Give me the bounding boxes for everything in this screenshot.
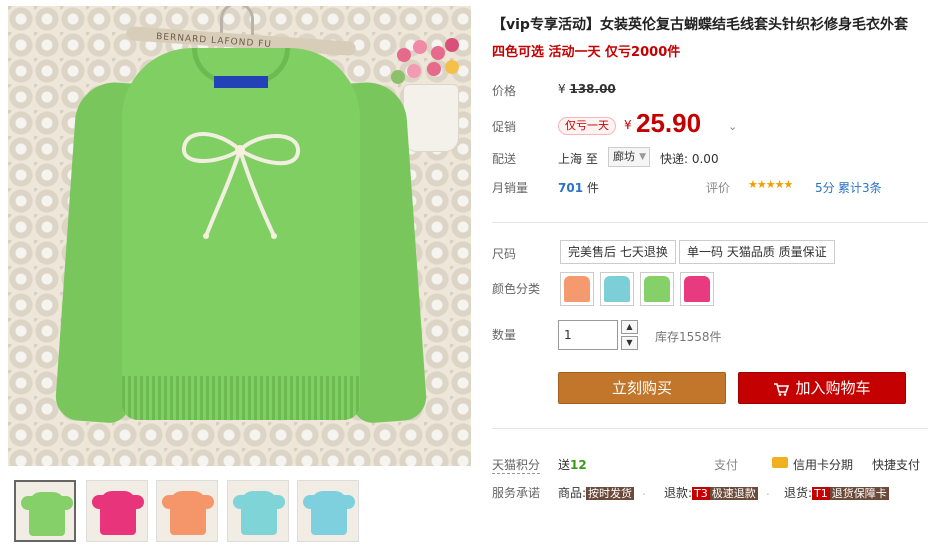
- quantity-decrease-button[interactable]: ▼: [621, 336, 638, 350]
- color-label: 颜色分类: [492, 282, 541, 296]
- separator: .: [766, 484, 770, 498]
- main-product-image[interactable]: BERNARD LAFOND FU: [8, 6, 471, 466]
- shipping-origin: 上海 至: [558, 152, 598, 166]
- original-price-value: 138.00: [569, 82, 616, 96]
- shipping-fee: 快递: 0.00: [660, 152, 719, 166]
- cart-icon: [774, 383, 790, 396]
- service-refund-label: 退款:: [664, 486, 693, 500]
- points-prefix: 送: [558, 458, 571, 472]
- original-price: ¥ 138.00: [558, 82, 616, 96]
- quantity-increase-button[interactable]: ▲: [621, 320, 638, 334]
- service-label: 服务承诺: [492, 486, 541, 500]
- bow-icon: [182, 132, 300, 239]
- payment-label: 支付: [714, 458, 739, 472]
- divider: [492, 222, 928, 223]
- color-swatch-green[interactable]: [640, 272, 674, 306]
- color-swatch-pink[interactable]: [680, 272, 714, 306]
- thumbnail-1[interactable]: [14, 480, 76, 542]
- current-price: 25.90: [636, 108, 702, 138]
- sweater-label-tag: [214, 76, 268, 88]
- shipping-label: 配送: [492, 152, 517, 166]
- monthly-sales-unit: 件: [586, 181, 599, 195]
- service-goods[interactable]: 商品: 按时发货: [558, 484, 635, 501]
- current-currency-symbol: ¥: [624, 118, 632, 132]
- service-return-tag: 退货保障卡: [829, 487, 889, 500]
- thumbnail-2[interactable]: [86, 480, 148, 542]
- thumbnail-4[interactable]: [227, 480, 289, 542]
- divider: [492, 428, 928, 429]
- thumbnail-5[interactable]: [297, 480, 359, 542]
- dropdown-arrow-icon: ▼: [639, 152, 646, 162]
- separator: .: [642, 484, 646, 498]
- product-subtitle: 四色可选 活动一天 仅亏2000件: [492, 45, 681, 60]
- service-return-label: 退货:: [784, 486, 813, 500]
- quantity-input[interactable]: 1: [558, 320, 618, 350]
- size-option-1[interactable]: 完美售后 七天退换: [560, 240, 676, 264]
- service-return-code: T1: [812, 487, 830, 500]
- service-refund-tag: 极速退款: [709, 487, 758, 500]
- thumbnail-2-sweater: [100, 491, 136, 535]
- price-chevron-icon[interactable]: ⌄: [728, 120, 737, 133]
- sweater-image: [54, 46, 428, 436]
- service-return[interactable]: 退货: T1 退货保障卡: [784, 484, 889, 501]
- rating-score: 5分: [815, 181, 835, 195]
- hanger-hook: [220, 6, 254, 36]
- thumbnail-strip: [14, 480, 474, 542]
- thumbnail-5-sweater: [311, 491, 347, 535]
- thumbnail-3[interactable]: [156, 480, 218, 542]
- shipping-destination-select[interactable]: 廊坊 ▼: [608, 147, 650, 167]
- credit-card-installment[interactable]: 信用卡分期: [793, 456, 853, 473]
- price-label: 价格: [492, 84, 517, 98]
- rating-stars-icon: ★★★★★: [748, 178, 793, 191]
- service-goods-tag: 按时发货: [586, 487, 635, 500]
- promo-badge: 仅亏一天: [558, 117, 616, 135]
- stock-count: 库存1558件: [655, 330, 722, 344]
- buy-now-button[interactable]: 立刻购买: [558, 372, 726, 404]
- points-value: 12: [570, 458, 587, 472]
- tmall-points: 送12: [558, 456, 587, 473]
- sweater-hem: [122, 376, 360, 420]
- monthly-sales-count: 701: [558, 181, 584, 195]
- promo-label: 促销: [492, 120, 517, 134]
- add-to-cart-button[interactable]: 加入购物车: [738, 372, 906, 404]
- thumbnail-1-sweater: [29, 492, 65, 536]
- credit-card-icon: [772, 457, 788, 468]
- color-swatch-orange[interactable]: [560, 272, 594, 306]
- tmall-points-label[interactable]: 天猫积分: [492, 456, 541, 474]
- product-title: 【vip专享活动】女装英伦复古蝴蝶结毛线套头针织衫修身毛衣外套: [492, 17, 908, 33]
- shipping-destination-value: 廊坊: [613, 150, 635, 163]
- service-refund[interactable]: 退款: T3 极速退款: [664, 484, 758, 501]
- thumbnail-3-sweater: [170, 491, 206, 535]
- rating-label: 评价: [706, 181, 731, 195]
- size-label: 尺码: [492, 247, 517, 261]
- service-refund-code: T3: [692, 487, 710, 500]
- quantity-label: 数量: [492, 328, 517, 342]
- size-option-2[interactable]: 单一码 天猫品质 质量保证: [679, 240, 835, 264]
- add-to-cart-label: 加入购物车: [795, 379, 871, 397]
- monthly-sales-label: 月销量: [492, 181, 529, 195]
- thumbnail-4-sweater: [241, 491, 277, 535]
- monthly-sales: 701 件: [558, 179, 599, 196]
- currency-symbol: ¥: [558, 82, 566, 96]
- review-count-link[interactable]: 累计3条: [838, 179, 882, 196]
- fast-pay[interactable]: 快捷支付: [872, 456, 920, 473]
- color-swatch-blue[interactable]: [600, 272, 634, 306]
- service-goods-label: 商品:: [558, 486, 587, 500]
